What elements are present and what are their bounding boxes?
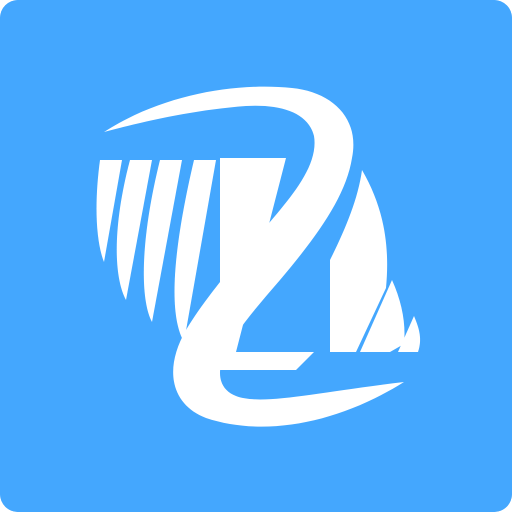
app-icon-tile [0,0,512,512]
app-logo-icon [0,0,512,512]
